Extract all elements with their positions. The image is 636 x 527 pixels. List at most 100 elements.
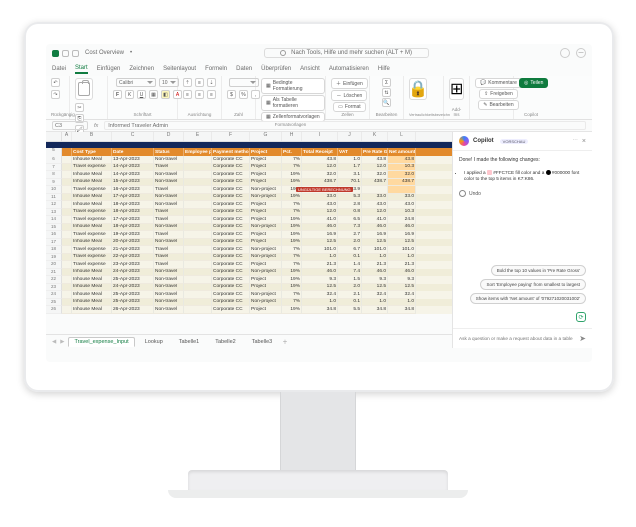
column-header[interactable]: A — [62, 132, 72, 141]
cell[interactable] — [184, 231, 212, 239]
fill-color-button[interactable]: ◧ — [161, 90, 170, 99]
cell[interactable]: 43.8 — [388, 156, 416, 164]
cell[interactable]: Corporate CC — [212, 291, 250, 299]
cell[interactable]: Inhouse Meal — [72, 194, 112, 202]
cell[interactable] — [184, 194, 212, 202]
table-row[interactable]: 21Inhouse Meal24-Apr-2023Non-travelCorpo… — [46, 269, 452, 277]
cell[interactable]: 25-Apr-2023 — [112, 299, 154, 307]
cell[interactable]: 1.0 — [388, 299, 416, 307]
cell[interactable] — [184, 269, 212, 277]
cell[interactable]: Project — [250, 276, 282, 284]
cell[interactable] — [62, 164, 72, 172]
share-button[interactable]: ⇪ Freigeben — [479, 89, 518, 99]
table-row[interactable]: 7Travel expense14-Apr-2023TravelCorporat… — [46, 164, 452, 172]
cell[interactable]: 15-Apr-2023 — [112, 179, 154, 187]
cell[interactable]: Non-travel — [154, 284, 184, 292]
cell[interactable]: 46.0 — [388, 269, 416, 277]
format-as-table-button[interactable]: ▦Als Tabelle formatieren — [261, 95, 325, 111]
cell[interactable]: Project — [250, 239, 282, 247]
cell[interactable]: 7% — [282, 209, 302, 217]
italic-button[interactable]: K — [125, 90, 134, 99]
cell[interactable]: 1.0 — [302, 299, 338, 307]
cell[interactable]: 32.4 — [388, 291, 416, 299]
cell[interactable]: Corporate CC — [212, 171, 250, 179]
cell[interactable]: 26-Apr-2023 — [112, 306, 154, 314]
cell[interactable]: Corporate CC — [212, 224, 250, 232]
column-header[interactable]: I — [302, 132, 338, 141]
cell[interactable]: 43.8 — [362, 156, 388, 164]
table-header-cell[interactable] — [62, 148, 72, 156]
cell[interactable] — [62, 186, 72, 194]
cell[interactable] — [62, 231, 72, 239]
copilot-more-icon[interactable]: ⋯ — [572, 138, 578, 144]
cell[interactable]: Inhouse Meal — [72, 224, 112, 232]
sheet-tab[interactable]: Lookup — [139, 337, 169, 347]
cell[interactable]: Non-project — [250, 254, 282, 262]
cell[interactable]: 7% — [282, 164, 302, 172]
cell[interactable]: Travel — [154, 216, 184, 224]
table-row[interactable]: 19Travel expense22-Apr-2023TravelCorpora… — [46, 254, 452, 262]
cell[interactable]: Corporate CC — [212, 164, 250, 172]
insert-cells-button[interactable]: ＋Einfügen — [331, 78, 368, 89]
cell[interactable]: Inhouse Meal — [72, 171, 112, 179]
cell[interactable]: 101.0 — [302, 246, 338, 254]
ribbon-tab-automatisieren[interactable]: Automatisieren — [329, 66, 369, 72]
cell[interactable]: Project — [250, 209, 282, 217]
cell[interactable]: 24-Apr-2023 — [112, 269, 154, 277]
cell[interactable]: Corporate CC — [212, 284, 250, 292]
cell[interactable]: 21.3 — [362, 261, 388, 269]
cell[interactable]: 33.0 — [388, 194, 416, 202]
cell[interactable]: 18-Apr-2023 — [112, 209, 154, 217]
table-row[interactable]: 12Inhouse Meal18-Apr-2023Non-travelCorpo… — [46, 201, 452, 209]
cell[interactable]: 0.1 — [338, 254, 362, 262]
cell[interactable]: 12.0 — [362, 209, 388, 217]
column-header[interactable]: C — [112, 132, 154, 141]
addins-button[interactable]: ⊞ — [449, 78, 464, 100]
cell[interactable]: Corporate CC — [212, 276, 250, 284]
copilot-suggestion-pill[interactable]: Sort 'Employee paying' from smallest to … — [480, 279, 586, 290]
cell[interactable]: 21.3 — [302, 261, 338, 269]
cell[interactable]: Travel expense — [72, 209, 112, 217]
cell[interactable]: Non-travel — [154, 291, 184, 299]
cell[interactable]: Project — [250, 179, 282, 187]
copilot-text-input[interactable] — [459, 336, 575, 341]
cell[interactable]: 6.7 — [338, 246, 362, 254]
conditional-formatting-button[interactable]: ▦Bedingte Formatierung — [261, 78, 325, 94]
cell[interactable]: 16-Apr-2023 — [112, 186, 154, 194]
cell[interactable]: Non-travel — [154, 306, 184, 314]
cell[interactable] — [62, 269, 72, 277]
border-button[interactable]: ▦ — [149, 90, 158, 99]
table-header-cell[interactable]: Net amount — [388, 148, 416, 156]
table-row[interactable]: 10Travel expense16-Apr-2023TravelCorpora… — [46, 186, 452, 194]
cell[interactable]: 32.0 — [388, 171, 416, 179]
font-size-select[interactable]: 10 — [159, 78, 179, 87]
ribbon-tab-überprüfen[interactable]: Überprüfen — [261, 66, 291, 72]
cell[interactable]: 7.4 — [338, 269, 362, 277]
cell[interactable]: 1.0 — [362, 299, 388, 307]
table-row[interactable]: 23Inhouse Meal24-Apr-2023Non-travelCorpo… — [46, 284, 452, 292]
cell[interactable]: 14-Apr-2023 — [112, 164, 154, 172]
table-header-cell[interactable]: Pct. — [282, 148, 302, 156]
cell[interactable]: 46.0 — [388, 224, 416, 232]
cell[interactable]: 12.5 — [388, 284, 416, 292]
cell[interactable] — [62, 254, 72, 262]
cell[interactable]: Travel — [154, 164, 184, 172]
cell[interactable]: 3.1 — [338, 171, 362, 179]
cell[interactable]: 1.5 — [338, 276, 362, 284]
edit-mode-button[interactable]: ✎ Bearbeiten — [478, 100, 518, 110]
save-icon[interactable] — [72, 50, 79, 57]
cell[interactable] — [62, 194, 72, 202]
cell[interactable]: 7% — [282, 299, 302, 307]
cell[interactable]: Project — [250, 156, 282, 164]
name-box[interactable]: C3 — [52, 121, 88, 130]
cell[interactable]: 22-Apr-2023 — [112, 254, 154, 262]
cell[interactable]: Non-travel — [154, 194, 184, 202]
cell[interactable]: 34.8 — [362, 306, 388, 314]
cell[interactable]: Travel expense — [72, 261, 112, 269]
cell[interactable]: 33.0 — [362, 194, 388, 202]
ribbon-tab-datei[interactable]: Datei — [52, 66, 66, 72]
cell[interactable]: 32.0 — [362, 171, 388, 179]
copilot-undo-button[interactable]: Undo — [459, 190, 586, 197]
cell[interactable]: Inhouse Meal — [72, 179, 112, 187]
cell[interactable]: 43.0 — [362, 201, 388, 209]
